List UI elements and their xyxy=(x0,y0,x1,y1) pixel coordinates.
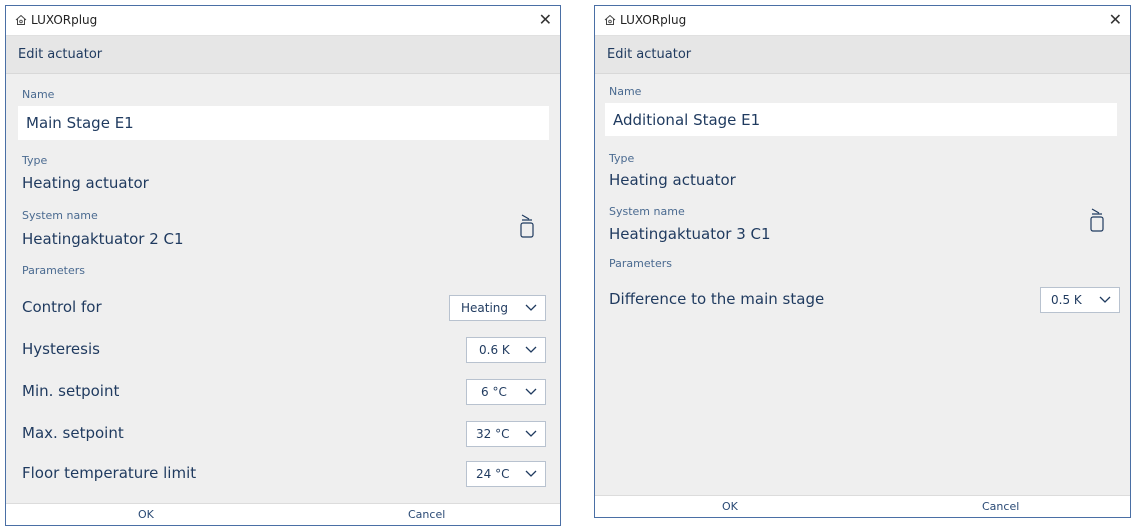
delete-icon[interactable] xyxy=(519,213,535,239)
dialog-header: Edit actuator xyxy=(595,36,1130,74)
name-input[interactable] xyxy=(18,106,549,140)
system-name-value: Heatingaktuator 3 C1 xyxy=(609,225,771,243)
app-title: LUXORplug xyxy=(620,13,687,27)
min-setpoint-select[interactable]: 6 °C xyxy=(466,379,546,405)
dialog-header: Edit actuator xyxy=(6,36,560,74)
param-label-control-for: Control for xyxy=(22,298,102,316)
type-label: Type xyxy=(22,154,48,167)
app-title: LUXORplug xyxy=(31,13,98,27)
control-for-select[interactable]: Heating xyxy=(449,295,546,321)
select-value: 32 °C xyxy=(476,427,510,441)
chevron-down-icon xyxy=(525,304,537,311)
chevron-down-icon xyxy=(525,346,537,353)
select-value: 0.6 K xyxy=(479,343,510,357)
param-label-max-setpoint: Max. setpoint xyxy=(22,424,124,442)
chevron-down-icon xyxy=(1099,296,1111,303)
parameters-label: Parameters xyxy=(22,264,85,277)
system-name-value: Heatingaktuator 2 C1 xyxy=(22,230,184,248)
dialog-footer: OK Cancel xyxy=(595,495,1130,517)
floor-temperature-limit-select[interactable]: 24 °C xyxy=(466,461,546,487)
title-bar: LUXORplug ✕ xyxy=(6,6,560,36)
type-value: Heating actuator xyxy=(609,171,736,189)
house-icon xyxy=(604,14,616,25)
chevron-down-icon xyxy=(525,430,537,437)
system-name-label: System name xyxy=(22,209,98,222)
hysteresis-select[interactable]: 0.6 K xyxy=(466,337,546,363)
max-setpoint-select[interactable]: 32 °C xyxy=(466,421,546,447)
house-icon xyxy=(15,14,27,25)
select-value: 24 °C xyxy=(476,467,510,481)
cancel-button[interactable]: Cancel xyxy=(982,500,1019,513)
param-label-min-setpoint: Min. setpoint xyxy=(22,382,120,400)
name-input[interactable] xyxy=(605,103,1117,136)
ok-button[interactable]: OK xyxy=(722,500,738,513)
select-value: 6 °C xyxy=(481,385,507,399)
dialog-right: LUXORplug ✕ Edit actuator Name Type Heat… xyxy=(594,5,1131,518)
dialog-footer: OK Cancel xyxy=(6,503,560,525)
type-value: Heating actuator xyxy=(22,174,149,192)
param-label-floor-temperature-limit: Floor temperature limit xyxy=(22,464,197,482)
dialog-left: LUXORplug ✕ Edit actuator Name Type Heat… xyxy=(5,5,561,526)
name-label: Name xyxy=(609,85,642,98)
close-icon[interactable]: ✕ xyxy=(1109,10,1122,30)
chevron-down-icon xyxy=(525,388,537,395)
dialog-title: Edit actuator xyxy=(607,47,692,62)
select-value: Heating xyxy=(461,301,509,315)
param-label-hysteresis: Hysteresis xyxy=(22,340,100,358)
parameters-label: Parameters xyxy=(609,257,672,270)
title-bar: LUXORplug ✕ xyxy=(595,6,1130,36)
select-value: 0.5 K xyxy=(1051,293,1082,307)
cancel-button[interactable]: Cancel xyxy=(408,508,445,521)
dialog-title: Edit actuator xyxy=(18,47,103,62)
delete-icon[interactable] xyxy=(1089,207,1105,233)
ok-button[interactable]: OK xyxy=(138,508,154,521)
system-name-label: System name xyxy=(609,205,685,218)
type-label: Type xyxy=(609,152,635,165)
chevron-down-icon xyxy=(525,470,537,477)
difference-select[interactable]: 0.5 K xyxy=(1040,287,1120,313)
close-icon[interactable]: ✕ xyxy=(539,10,552,30)
param-label-difference-to-the-main-stage: Difference to the main stage xyxy=(609,290,825,308)
name-label: Name xyxy=(22,88,55,101)
